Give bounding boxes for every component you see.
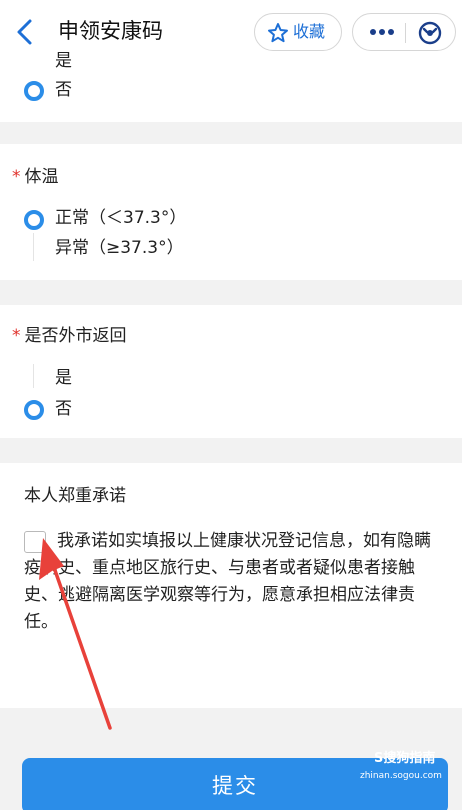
page-title: 申领安康码 <box>58 19 163 43</box>
pledge-statement[interactable]: 我承诺如实填报以上健康状况登记信息，如有隐瞒疫病史、重点地区旅行史、与患者或者疑… <box>24 528 444 636</box>
radio-selected[interactable] <box>24 210 44 230</box>
favorite-button[interactable]: 收藏 <box>254 13 342 51</box>
radio-selected[interactable] <box>24 81 44 101</box>
option-label-normal[interactable]: 正常（＜37.3°） <box>55 206 186 230</box>
more-icon[interactable] <box>369 27 395 37</box>
watermark-logo: S搜狗指南 zhinan.sogou.com <box>352 750 452 784</box>
radio-selected[interactable] <box>24 400 44 420</box>
question-card-previous: 是 否 <box>0 51 462 122</box>
option-label-yes-partial: 是 <box>55 51 72 71</box>
question-title-temperature: * 体温 <box>12 165 59 189</box>
watermark-sub-text: zhinan.sogou.com <box>360 771 442 781</box>
question-card-temperature: * 体温 正常（＜37.3°） 异常（≥37.3°） <box>0 144 462 280</box>
radio-unselected[interactable] <box>33 364 34 388</box>
mini-program-capsule <box>352 13 456 51</box>
star-icon <box>268 23 288 43</box>
question-card-return: * 是否外市返回 是 否 <box>0 305 462 438</box>
radio-unselected[interactable] <box>33 233 34 261</box>
required-mark: * <box>12 326 21 346</box>
favorite-label: 收藏 <box>293 22 326 41</box>
option-label-no[interactable]: 否 <box>55 397 72 421</box>
watermark-main-text: S搜狗指南 <box>374 751 436 766</box>
option-label-abnormal[interactable]: 异常（≥37.3°） <box>55 236 184 260</box>
question-title-text: 体温 <box>24 167 59 187</box>
back-arrow-icon[interactable] <box>14 18 36 46</box>
close-mini-program-icon[interactable] <box>417 20 443 46</box>
option-label-yes[interactable]: 是 <box>55 366 72 390</box>
question-title-text: 是否外市返回 <box>24 326 127 346</box>
option-label-no[interactable]: 否 <box>55 78 72 102</box>
capsule-divider <box>405 23 406 43</box>
question-title-return: * 是否外市返回 <box>12 324 127 348</box>
pledge-title: 本人郑重承诺 <box>24 486 126 506</box>
required-mark: * <box>12 167 21 187</box>
